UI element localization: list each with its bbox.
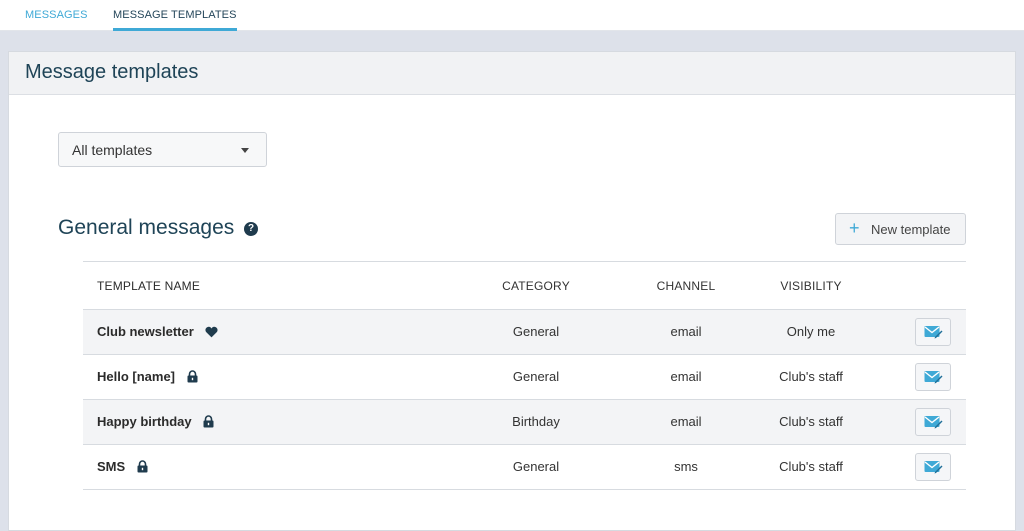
template-name: SMS bbox=[97, 459, 126, 474]
visibility-cell: Club's staff bbox=[779, 459, 843, 474]
send-message-button[interactable] bbox=[915, 363, 951, 391]
template-filter-select[interactable]: All templates bbox=[58, 132, 267, 167]
lock-icon bbox=[203, 415, 214, 431]
envelope-edit-icon bbox=[924, 371, 943, 384]
visibility-cell: Club's staff bbox=[779, 414, 843, 429]
header-visibility: VISIBILITY bbox=[780, 279, 842, 293]
panel-header: Message templates bbox=[9, 52, 1015, 95]
send-message-button[interactable] bbox=[915, 453, 951, 481]
question-circle-icon[interactable]: ? bbox=[244, 222, 258, 236]
channel-cell: email bbox=[670, 414, 702, 429]
category-cell: General bbox=[512, 459, 560, 474]
new-template-label: New template bbox=[871, 222, 951, 237]
table-row[interactable]: Club newsletter General email Only me bbox=[83, 310, 966, 355]
envelope-edit-icon bbox=[924, 461, 943, 474]
section-title: General messages bbox=[58, 216, 235, 239]
page-title: Message templates bbox=[25, 61, 199, 83]
header-channel: CHANNEL bbox=[656, 279, 716, 293]
visibility-cell: Club's staff bbox=[779, 369, 843, 384]
channel-cell: sms bbox=[674, 459, 698, 474]
templates-table: TEMPLATE NAME CATEGORY CHANNEL VISIBILIT… bbox=[83, 261, 966, 490]
template-name-cell: Hello [name] bbox=[97, 369, 198, 386]
header-template-name: TEMPLATE NAME bbox=[97, 279, 201, 293]
header-category: CATEGORY bbox=[502, 279, 570, 293]
visibility-cell: Only me bbox=[786, 324, 836, 339]
lock-icon bbox=[137, 460, 148, 476]
table-row[interactable]: Hello [name] General email Club's staff bbox=[83, 355, 966, 400]
template-name-cell: Happy birthday bbox=[97, 414, 214, 431]
category-cell: General bbox=[512, 369, 560, 384]
heart-icon bbox=[205, 326, 218, 341]
send-message-button[interactable] bbox=[915, 408, 951, 436]
template-name-cell: Club newsletter bbox=[97, 324, 218, 341]
template-name: Happy birthday bbox=[97, 414, 192, 429]
tab-messages[interactable]: MESSAGES bbox=[25, 0, 88, 31]
template-filter-value: All templates bbox=[72, 142, 153, 158]
envelope-edit-icon bbox=[924, 416, 943, 429]
template-name: Hello [name] bbox=[97, 369, 176, 384]
template-name: Club newsletter bbox=[97, 324, 194, 339]
template-name-cell: SMS bbox=[97, 459, 148, 476]
channel-cell: email bbox=[670, 369, 702, 384]
envelope-edit-icon bbox=[924, 326, 943, 339]
new-template-button[interactable]: + New template bbox=[835, 213, 966, 245]
plus-icon: + bbox=[849, 218, 860, 238]
category-cell: General bbox=[512, 324, 560, 339]
table-header: TEMPLATE NAME CATEGORY CHANNEL VISIBILIT… bbox=[83, 262, 966, 310]
table-row[interactable]: SMS General sms Club's staff bbox=[83, 445, 966, 490]
tab-message-templates[interactable]: MESSAGE TEMPLATES bbox=[113, 0, 237, 31]
send-message-button[interactable] bbox=[915, 318, 951, 346]
channel-cell: email bbox=[670, 324, 702, 339]
templates-panel: Message templates All templates General … bbox=[8, 51, 1016, 531]
lock-icon bbox=[187, 370, 198, 386]
chevron-down-icon bbox=[241, 148, 249, 153]
category-cell: Birthday bbox=[512, 414, 560, 429]
table-row[interactable]: Happy birthday Birthday email Club's sta… bbox=[83, 400, 966, 445]
top-tab-bar: MESSAGES MESSAGE TEMPLATES bbox=[0, 0, 1024, 31]
